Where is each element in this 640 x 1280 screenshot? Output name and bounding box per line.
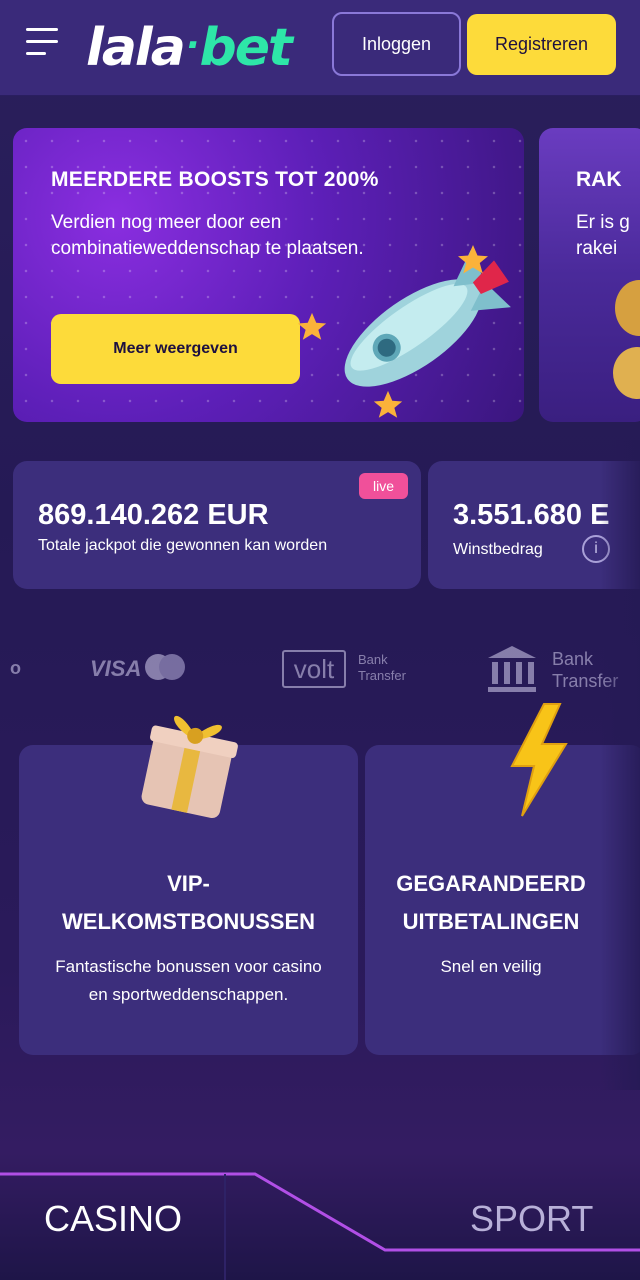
payment-methods-strip: o VISA volt Bank Transfer Bank Transfer (0, 640, 640, 700)
gift-icon (141, 715, 238, 819)
promo-title: RAK (576, 168, 622, 191)
volt-caption: Bank Transfer (358, 652, 406, 683)
register-button[interactable]: Registreren (467, 14, 616, 75)
info-icon[interactable]: i (582, 535, 610, 563)
jackpot-card-win: 3.551.680 E Winstbedrag i (428, 461, 640, 589)
lightning-icon (510, 703, 568, 817)
coins-icon (613, 280, 640, 399)
payment-logo-partial: o (10, 658, 21, 678)
feature-description: Fantastische bonussen voor casino en spo… (55, 957, 322, 1004)
tab-sport[interactable]: SPORT (470, 1198, 593, 1240)
menu-icon[interactable] (26, 28, 58, 58)
top-header: lala·bet Inloggen Registreren (0, 0, 640, 96)
volt-logo: volt (282, 650, 346, 688)
tab-casino[interactable]: CASINO (44, 1198, 182, 1240)
login-button[interactable]: Inloggen (332, 12, 461, 76)
feature-description: Snel en veilig (440, 957, 542, 976)
lalabet-logo[interactable]: lala·bet (86, 14, 293, 78)
promo-description: Er is g rakei (576, 212, 630, 259)
show-more-button[interactable]: Meer weergeven (51, 314, 300, 384)
jackpot-card-total: live 869.140.262 EUR Totale jackpot die … (13, 461, 421, 589)
mastercard-icon (145, 654, 185, 680)
jackpot-label: Winstbedrag (453, 541, 543, 558)
bank-transfer-caption: Bank Transfer (552, 649, 619, 691)
promo-title: MEERDERE BOOSTS TOT 200% (51, 168, 379, 191)
promo-card-boosts[interactable]: MEERDERE BOOSTS TOT 200% Verdien nog mee… (13, 128, 524, 422)
feature-title: GEGARANDEERD UITBETALINGEN (396, 871, 586, 934)
star-icon (458, 245, 488, 274)
star-icon (297, 312, 327, 340)
bottom-tabs: CASINO SPORT (0, 1170, 640, 1280)
visa-logo: VISA (90, 656, 142, 681)
feature-title: VIP- WELKOMSTBONUSSEN (62, 871, 315, 934)
promo-card-rockets[interactable]: RAK Er is g rakei (539, 128, 640, 422)
jackpot-value: 869.140.262 EUR (38, 499, 269, 531)
jackpot-value: 3.551.680 E (453, 499, 610, 531)
star-icon (373, 390, 403, 418)
live-badge: live (359, 473, 408, 499)
bank-icon (488, 646, 536, 692)
jackpot-label: Totale jackpot die gewonnen kan worden (38, 537, 328, 554)
